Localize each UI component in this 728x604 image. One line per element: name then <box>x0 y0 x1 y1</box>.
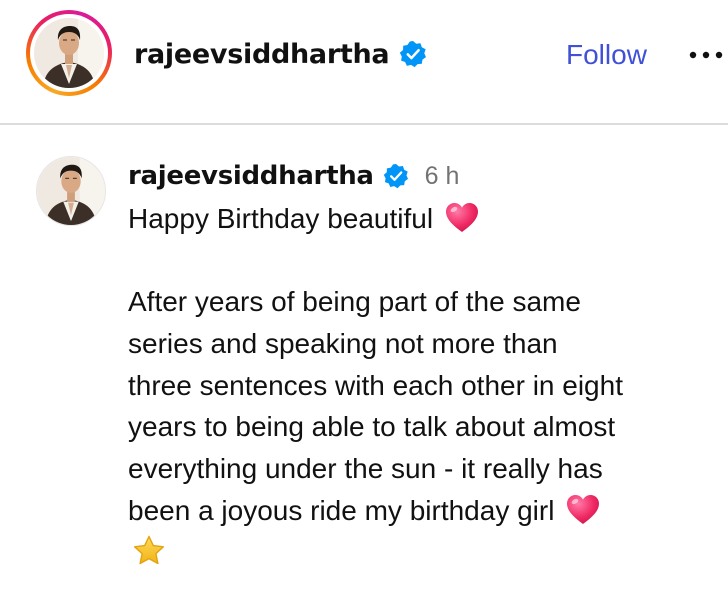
comment-line: Happy Birthday beautiful <box>128 198 718 240</box>
avatar-photo <box>34 18 104 88</box>
header-divider <box>0 123 728 125</box>
comment-line: years to being able to talk about almost <box>128 411 616 443</box>
comment-line: been a joyous ride my birthday girl <box>128 490 718 532</box>
story-ring[interactable] <box>26 10 112 96</box>
comment-line: After years of being part of the same <box>128 286 581 318</box>
story-ring-gap <box>30 14 108 92</box>
more-options-button[interactable] <box>685 38 728 72</box>
comment-line-text: been a joyous ride my birthday girl <box>128 494 555 526</box>
pink-heart-emoji <box>567 494 600 524</box>
more-options-icon <box>689 51 723 59</box>
comment-timestamp[interactable]: 6 h <box>425 162 460 191</box>
comment-avatar[interactable] <box>36 156 106 226</box>
comment-username[interactable]: rajeevsiddhartha <box>128 161 374 191</box>
comment-line: everything under the sun - it really has <box>128 453 603 485</box>
comment-line <box>128 532 718 574</box>
comment-line: three sentences with each other in eight <box>128 369 623 401</box>
post-header: rajeevsiddhartha Follow <box>0 0 728 124</box>
header-username[interactable]: rajeevsiddhartha <box>134 36 427 72</box>
comment-line-text: Happy Birthday beautiful <box>128 203 434 234</box>
verified-badge-icon <box>400 41 427 68</box>
avatar[interactable] <box>34 18 104 88</box>
comment-header: rajeevsiddhartha 6 h <box>128 158 459 194</box>
comment-blank-line <box>128 240 718 282</box>
header-username-text: rajeevsiddhartha <box>134 38 390 70</box>
comment-line: series and speaking not more than <box>128 328 558 360</box>
star-emoji <box>134 535 164 564</box>
comment-avatar-photo <box>37 157 105 225</box>
post-comment-view: rajeevsiddhartha Follow rajeevsiddhartha… <box>0 0 728 604</box>
follow-button[interactable]: Follow <box>566 36 647 74</box>
comment-text: Happy Birthday beautiful After years of … <box>128 198 718 573</box>
verified-badge-icon <box>383 163 408 189</box>
pink-heart-emoji <box>446 203 479 232</box>
